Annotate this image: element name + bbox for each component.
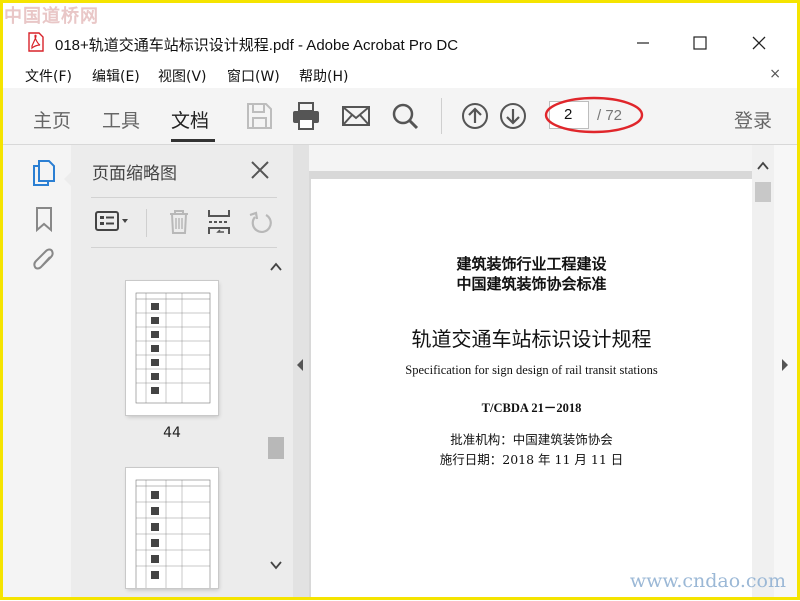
search-icon[interactable] xyxy=(389,100,421,132)
attachment-icon[interactable] xyxy=(31,247,57,275)
navigation-rail xyxy=(3,145,72,597)
next-page-icon[interactable] xyxy=(497,100,529,132)
doc-org-line1: 建筑装饰行业工程建设 xyxy=(456,255,607,273)
thumbnail-page-label: 44 xyxy=(163,425,181,441)
save-icon[interactable] xyxy=(243,100,275,132)
page-thumbnail[interactable] xyxy=(126,468,218,588)
pdf-page: 建筑装饰行业工程建设 中国建筑装饰协会标准 轨道交通车站标识设计规程 Speci… xyxy=(311,179,752,597)
document-top-bar xyxy=(309,145,752,171)
sign-in-button[interactable]: 登录 xyxy=(734,106,772,133)
bookmark-icon[interactable] xyxy=(31,205,57,233)
previous-page-icon[interactable] xyxy=(459,100,491,132)
doc-title-english: Specification for sign design of rail tr… xyxy=(405,363,658,377)
title-bar: 018+轨道交通车站标识设计规程.pdf - Adobe Acrobat Pro… xyxy=(3,26,797,60)
panel-divider xyxy=(91,197,277,198)
highlight-ellipse xyxy=(544,96,644,134)
doc-org-line2: 中国建筑装饰协会标准 xyxy=(456,275,607,293)
close-panel-icon[interactable] xyxy=(245,155,275,185)
panel-collapse-strip[interactable] xyxy=(293,145,309,597)
thumbnails-panel: 页面缩略图 44 xyxy=(71,145,293,597)
menu-help[interactable]: 帮助(H) xyxy=(299,66,348,86)
email-icon[interactable] xyxy=(340,100,372,132)
tab-tools[interactable]: 工具 xyxy=(102,106,140,133)
doc-effective-date: 施行日期：2018 年 11 月 11 日 xyxy=(439,452,624,467)
minimize-button[interactable] xyxy=(623,30,663,56)
doc-title: 轨道交通车站标识设计规程 xyxy=(411,327,652,351)
document-scroll-thumb[interactable] xyxy=(755,182,771,202)
outer-scroll-area xyxy=(774,145,797,597)
page-thumbnail[interactable] xyxy=(126,281,218,415)
doc-standard-code: T/CBDA 21－2018 xyxy=(481,401,582,415)
thumbnail-options-icon[interactable] xyxy=(93,207,133,237)
menu-file[interactable]: 文件(F) xyxy=(25,66,72,86)
document-scrollbar[interactable] xyxy=(752,145,774,597)
tab-document[interactable]: 文档 xyxy=(171,106,209,133)
panel-title: 页面缩略图 xyxy=(92,164,177,184)
toolbar-separator xyxy=(441,98,442,134)
insert-page-icon[interactable] xyxy=(204,207,234,237)
doc-approver: 批准机构：中国建筑装饰协会 xyxy=(450,432,613,447)
rotate-page-icon[interactable] xyxy=(246,207,276,237)
maximize-button[interactable] xyxy=(680,30,720,56)
window-title: 018+轨道交通车站标识设计规程.pdf - Adobe Acrobat Pro… xyxy=(55,37,459,54)
menu-bar: 文件(F) 编辑(E) 视图(V) 窗口(W) 帮助(H) × xyxy=(3,62,797,88)
menu-edit[interactable]: 编辑(E) xyxy=(92,66,140,86)
close-window-button[interactable] xyxy=(739,30,779,56)
menu-view[interactable]: 视图(V) xyxy=(158,66,207,86)
close-document-icon[interactable]: × xyxy=(769,66,781,82)
thumbnail-scrollbar[interactable] xyxy=(267,255,285,585)
pdf-file-icon xyxy=(28,32,44,52)
watermark-url: www.cndao.com xyxy=(629,570,786,592)
active-rail-pointer xyxy=(64,170,73,188)
menu-window[interactable]: 窗口(W) xyxy=(227,66,280,86)
active-tab-indicator xyxy=(171,139,215,142)
main-toolbar: 主页 工具 文档 2 / 72 登录 xyxy=(3,88,797,145)
page-thumbnails-icon[interactable] xyxy=(31,159,57,187)
panel-divider-2 xyxy=(91,247,277,248)
panel-toolbar-separator xyxy=(146,209,147,237)
tab-home[interactable]: 主页 xyxy=(33,106,71,133)
delete-page-icon[interactable] xyxy=(164,207,194,237)
watermark-logo: 中国道桥网 xyxy=(4,6,99,27)
document-view: 建筑装饰行业工程建设 中国建筑装饰协会标准 轨道交通车站标识设计规程 Speci… xyxy=(309,145,752,597)
print-icon[interactable] xyxy=(290,100,322,132)
